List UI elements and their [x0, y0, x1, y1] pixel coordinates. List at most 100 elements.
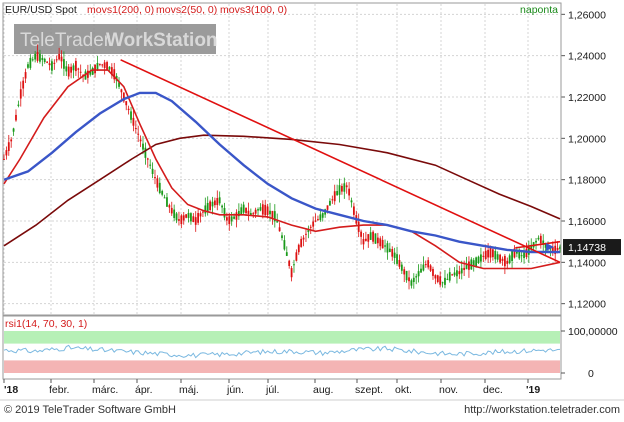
rsi-axis: 100,00000 0 [560, 316, 618, 380]
candle-body [127, 108, 130, 111]
chart-svg: TeleTrader WorkStation 1,26000 1,24000 1,2… [0, 2, 624, 416]
candle-body [259, 207, 262, 211]
candle-body [166, 197, 168, 207]
candle-body [94, 64, 96, 74]
candle-body [29, 57, 32, 68]
candle-body [91, 67, 94, 75]
candle-body [15, 114, 17, 121]
candle-body [408, 277, 410, 282]
candle-body [412, 277, 415, 283]
candle-body [22, 80, 25, 89]
candle-body [51, 61, 53, 71]
candle-body [352, 206, 355, 215]
candle-body [74, 60, 77, 72]
ma200-label: movs1(200, 0) [87, 4, 154, 16]
candle-body [432, 269, 434, 276]
candle-body [420, 268, 422, 273]
candle-body [235, 212, 238, 220]
candle-body [276, 221, 279, 223]
candle-body [187, 212, 190, 218]
candle-body [132, 117, 135, 126]
candle-body [463, 267, 466, 271]
candle-body [67, 66, 70, 77]
candle-body [465, 264, 468, 270]
candle-body [39, 53, 41, 62]
candle-body [242, 204, 245, 213]
url-text[interactable]: http://workstation.teletrader.com [464, 404, 620, 416]
candle-body [434, 275, 437, 279]
candle-body [372, 231, 374, 242]
candle-body [444, 277, 446, 285]
y-tick-label: 1,16000 [568, 216, 606, 228]
candle-body [41, 57, 44, 61]
candle-body [55, 59, 58, 61]
candle-body [350, 200, 353, 203]
candle-body [158, 182, 161, 194]
candle-body [381, 239, 384, 249]
candle-body [48, 63, 51, 66]
candle-body [369, 232, 372, 240]
candle-body [309, 226, 312, 228]
candle-body [218, 197, 221, 204]
candle-body [293, 264, 295, 266]
x-tick-label: aug. [313, 384, 333, 396]
rsi-oversold-band [4, 360, 560, 373]
candle-body [341, 185, 343, 192]
candle-body [374, 233, 377, 244]
candle-body [271, 210, 274, 218]
candle-body [456, 270, 458, 277]
candle-body [515, 252, 518, 254]
candle-body [494, 250, 497, 260]
candle-body [329, 200, 331, 206]
candle-body [288, 260, 291, 266]
candle-body [417, 271, 420, 277]
candle-body [10, 139, 13, 142]
chart-window: TeleTrader WorkStation 1,26000 1,24000 1,2… [0, 0, 624, 417]
candle-body [77, 68, 80, 70]
period-label: naponta [520, 4, 558, 16]
candle-body [240, 207, 243, 215]
y-tick-label: 1,26000 [568, 9, 606, 21]
x-tick-label: jún. [226, 384, 244, 396]
candle-body [137, 133, 140, 135]
candle-body [400, 264, 403, 271]
candle-body [511, 251, 513, 262]
candle-body [190, 213, 192, 222]
candle-body [424, 264, 427, 266]
candle-body [458, 271, 461, 275]
candle-body [3, 158, 5, 160]
candle-body [19, 89, 22, 99]
candle-body [144, 147, 147, 158]
candle-body [403, 269, 406, 275]
candle-body [415, 276, 418, 278]
candle-body [175, 213, 178, 221]
candle-body [185, 214, 188, 218]
candle-body [384, 245, 386, 247]
candle-body [336, 191, 339, 196]
candle-body [216, 198, 219, 206]
candle-body [278, 227, 281, 232]
candle-body [79, 71, 82, 73]
candle-body [168, 205, 171, 208]
candle-body [441, 282, 444, 284]
candle-body [43, 58, 46, 62]
candle-body [96, 62, 99, 70]
x-tick-label: okt. [395, 384, 412, 396]
candle-body [281, 235, 283, 239]
candle-body [173, 209, 176, 218]
candle-body [357, 221, 360, 232]
candle-body [103, 62, 106, 68]
candle-body [63, 59, 65, 69]
candle-body [247, 210, 250, 214]
candle-body [362, 238, 365, 245]
candle-body [17, 104, 20, 106]
candle-body [194, 217, 197, 225]
candle-body [321, 213, 324, 218]
ma50-label: movs2(50, 0) [156, 4, 217, 16]
candle-body [429, 265, 432, 271]
y-tick-label: 1,22000 [568, 92, 606, 104]
candle-body [345, 185, 348, 188]
x-tick-label: '18 [4, 384, 18, 396]
rsi-overbought-band [4, 331, 560, 344]
candle-body [120, 89, 123, 93]
